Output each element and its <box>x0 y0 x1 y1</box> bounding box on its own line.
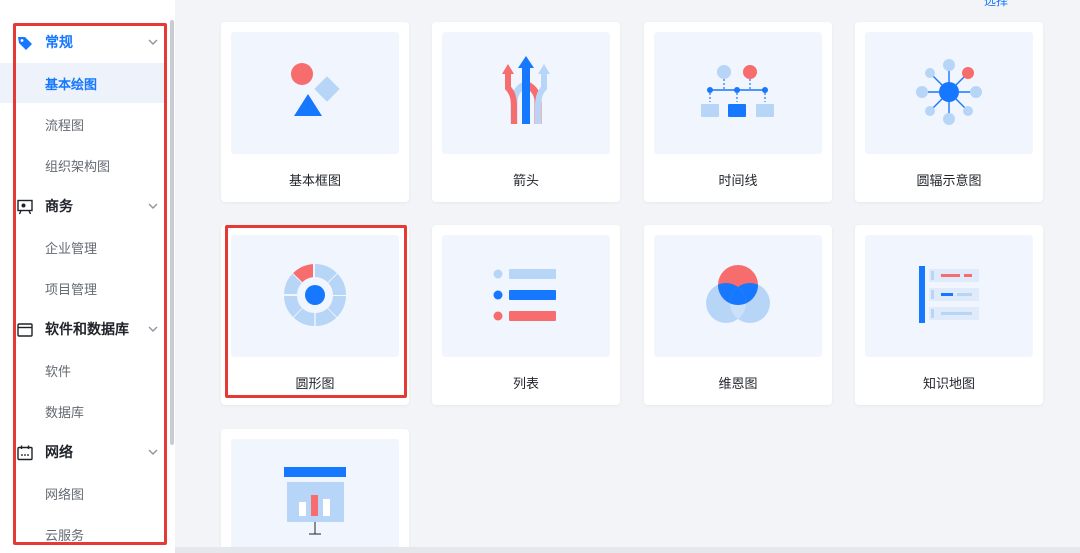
template-card-list[interactable]: 列表 <box>432 225 620 405</box>
sidebar-category-label: 网络 <box>45 445 73 461</box>
template-card-label: 列表 <box>512 377 539 392</box>
template-card-basic-shapes[interactable]: 基本框图 <box>221 22 409 202</box>
sidebar-item-org-chart[interactable]: 组织架构图 <box>0 145 165 185</box>
sidebar-item-project-management[interactable]: 项目管理 <box>0 268 165 308</box>
sidebar-item-label: 项目管理 <box>45 282 98 298</box>
template-card-knowledge-map[interactable]: 知识地图 <box>855 225 1043 405</box>
template-card-radial-diagram[interactable]: 圆辐示意图 <box>855 22 1043 202</box>
chevron-down-icon[interactable] <box>147 323 159 335</box>
sidebar-item-cloud-service[interactable]: 云服务 <box>0 514 165 553</box>
basic-shapes-icon <box>291 63 340 116</box>
sidebar-item-software[interactable]: 软件 <box>0 350 165 390</box>
sidebar-item-label: 软件 <box>45 364 72 380</box>
sidebar-item-label: 企业管理 <box>45 241 98 257</box>
sidebar-item-label: 网络图 <box>45 487 85 503</box>
template-thumbnail <box>654 32 822 154</box>
template-thumbnail <box>865 32 1033 154</box>
radial-diagram-icon <box>916 59 982 125</box>
sidebar-item-enterprise-management[interactable]: 企业管理 <box>0 227 165 267</box>
template-thumbnail <box>654 235 822 357</box>
sidebar-item-flowchart[interactable]: 流程图 <box>0 104 165 144</box>
sidebar-item-label: 流程图 <box>45 118 85 134</box>
template-card-label: 圆辐示意图 <box>916 174 982 189</box>
sidebar-item-basic-drawing[interactable]: 基本绘图 <box>0 63 165 103</box>
chevron-down-icon[interactable] <box>147 200 159 212</box>
sidebar-item-label: 云服务 <box>45 528 85 544</box>
template-thumbnail <box>442 32 610 154</box>
window-icon <box>17 323 33 337</box>
sidebar-category-label: 常规 <box>45 35 73 51</box>
template-thumbnail <box>865 235 1033 357</box>
presentation-chart-icon <box>284 467 346 535</box>
presentation-board-icon <box>17 199 33 215</box>
template-card-circle-chart[interactable]: 圆形图 <box>221 225 409 405</box>
timeline-icon <box>701 65 774 117</box>
arrows-icon <box>502 56 550 124</box>
sidebar-category-label: 软件和数据库 <box>45 322 129 338</box>
sidebar-category-software-db[interactable]: 软件和数据库 <box>0 309 168 349</box>
template-thumbnail <box>231 439 399 553</box>
chevron-down-icon[interactable] <box>147 446 159 458</box>
template-card-venn[interactable]: 维恩图 <box>644 225 832 405</box>
sidebar: 常规 基本绘图 流程图 组织架构图 商务 企业管理 项目管理 软件和数据库 软件 <box>0 0 175 553</box>
calendar-icon <box>17 445 33 461</box>
top-link[interactable]: 选择 <box>984 0 1008 9</box>
sidebar-item-database[interactable]: 数据库 <box>0 391 165 431</box>
template-card-presentation-chart[interactable] <box>221 429 409 553</box>
chevron-down-icon[interactable] <box>147 36 159 48</box>
sidebar-category-network[interactable]: 网络 <box>0 432 168 472</box>
sidebar-item-label: 数据库 <box>45 405 85 421</box>
sidebar-category-business[interactable]: 商务 <box>0 186 168 226</box>
template-card-timeline[interactable]: 时间线 <box>644 22 832 202</box>
venn-icon <box>706 265 770 323</box>
sidebar-item-label: 基本绘图 <box>45 77 98 93</box>
template-card-arrows[interactable]: 箭头 <box>432 22 620 202</box>
knowledge-map-icon <box>919 266 979 323</box>
sidebar-scrollbar[interactable] <box>170 20 174 445</box>
template-card-label: 圆形图 <box>295 377 335 392</box>
circle-chart-icon <box>284 264 346 326</box>
horizontal-scrollbar[interactable] <box>175 547 1080 553</box>
tag-icon <box>18 37 32 50</box>
template-thumbnail <box>231 235 399 357</box>
template-card-label: 时间线 <box>718 174 758 189</box>
sidebar-item-label: 组织架构图 <box>45 159 111 175</box>
template-card-label: 基本框图 <box>288 174 341 189</box>
template-card-label: 维恩图 <box>718 377 758 392</box>
sidebar-category-general[interactable]: 常规 <box>0 22 168 62</box>
sidebar-item-network-diagram[interactable]: 网络图 <box>0 473 165 513</box>
template-thumbnail <box>442 235 610 357</box>
list-icon <box>493 269 556 321</box>
template-card-label: 知识地图 <box>922 377 975 392</box>
sidebar-category-label: 商务 <box>45 199 73 215</box>
template-card-label: 箭头 <box>512 174 539 189</box>
template-thumbnail <box>231 32 399 154</box>
